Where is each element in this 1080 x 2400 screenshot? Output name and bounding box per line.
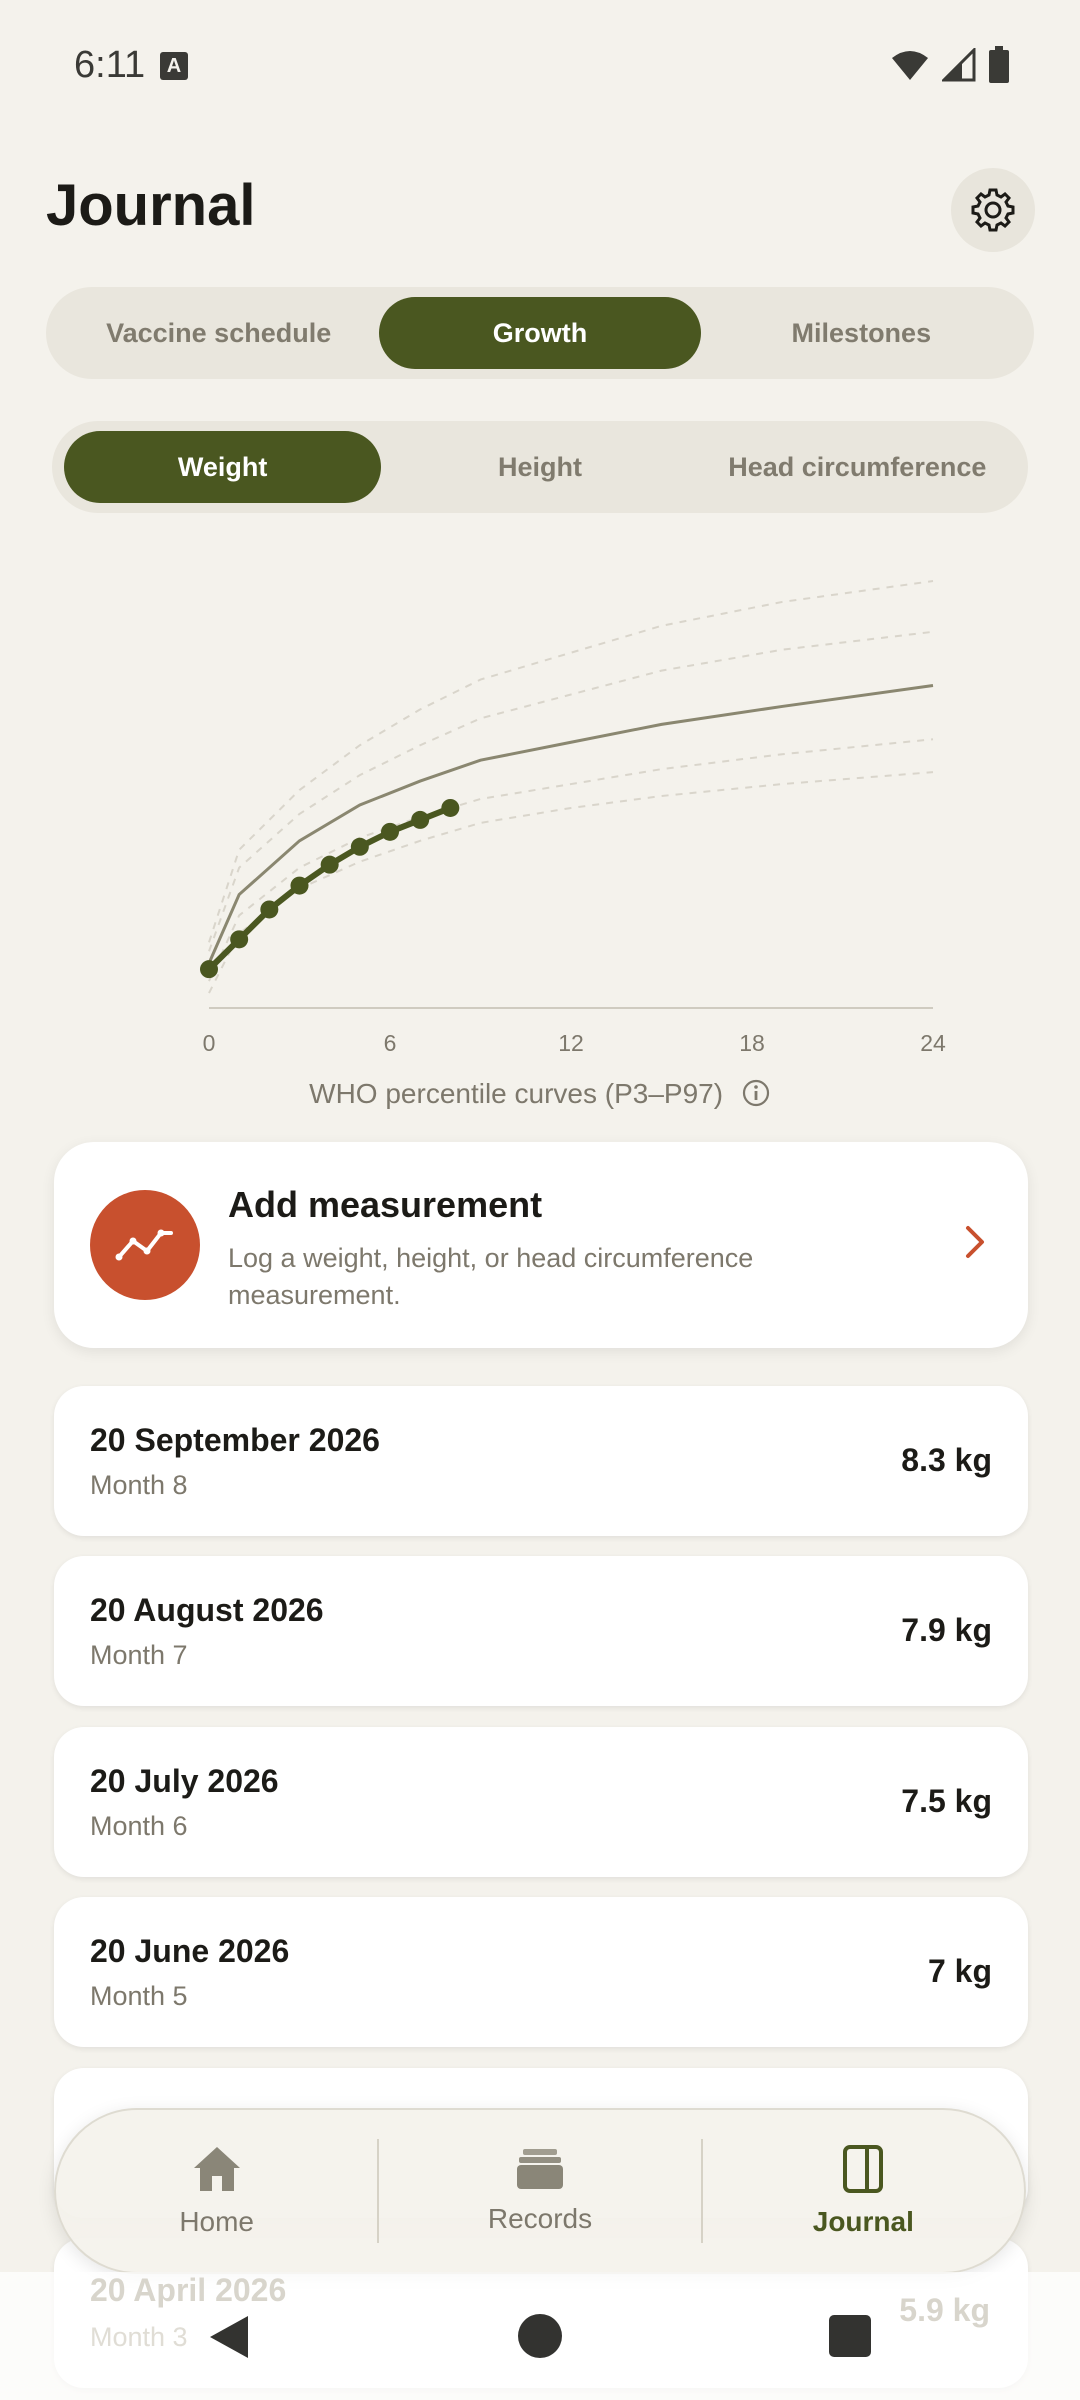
entry-month: Month 7 bbox=[90, 1640, 188, 1670]
chevron-right-icon bbox=[966, 1226, 984, 1258]
wifi-icon bbox=[892, 51, 928, 80]
entry-value: 7 kg bbox=[927, 1953, 992, 1989]
x-tick-label: 18 bbox=[739, 1030, 765, 1056]
bottom-nav: Home Records Journal bbox=[54, 2108, 1026, 2274]
measurement-tabs: Weight Height Head circumference bbox=[52, 421, 1028, 513]
status-icons bbox=[890, 46, 1010, 84]
records-icon bbox=[516, 2149, 563, 2189]
data-point bbox=[381, 822, 399, 841]
trend-line-icon bbox=[115, 1229, 173, 1261]
x-tick-label: 12 bbox=[558, 1030, 584, 1056]
entry-date: 20 August 2026 bbox=[90, 1592, 324, 1628]
growth-chart-svg: 0 6 12 18 24 bbox=[200, 580, 946, 1056]
percentile-curve bbox=[208, 771, 934, 994]
tab-head-circumference[interactable]: Head circumference bbox=[699, 431, 1016, 503]
entry-month: Month 6 bbox=[90, 1811, 188, 1841]
tab-weight[interactable]: Weight bbox=[64, 431, 382, 503]
entry-date: 20 July 2026 bbox=[90, 1763, 279, 1799]
entry-value: 7.5 kg bbox=[901, 1783, 992, 1819]
entry-value: 5.9 kg bbox=[899, 2292, 990, 2328]
back-icon[interactable] bbox=[204, 2312, 254, 2362]
data-point bbox=[411, 810, 430, 829]
measurement-entry[interactable]: 20 September 2026 Month 8 8.3 kg bbox=[54, 1386, 1028, 1536]
page-title: Journal bbox=[46, 173, 256, 238]
data-point bbox=[320, 855, 339, 874]
signal-icon bbox=[942, 48, 976, 82]
x-tick-label: 24 bbox=[920, 1030, 946, 1056]
x-tick-label: 0 bbox=[203, 1030, 216, 1056]
nav-home[interactable]: Home bbox=[56, 2110, 377, 2272]
entry-date: 20 June 2026 bbox=[90, 1933, 290, 1969]
status-time: 6:11 bbox=[74, 44, 146, 86]
percentile-curve bbox=[208, 738, 934, 982]
entry-date: 20 September 2026 bbox=[90, 1422, 380, 1458]
entry-month: Month 5 bbox=[90, 1981, 188, 2011]
nav-journal[interactable]: Journal bbox=[703, 2110, 1024, 2272]
info-icon[interactable] bbox=[741, 1078, 771, 1108]
recents-icon[interactable] bbox=[828, 2314, 872, 2358]
data-point bbox=[441, 798, 460, 817]
entry-month: Month 3 bbox=[90, 2322, 188, 2352]
entry-month: Month 8 bbox=[90, 1470, 188, 1500]
notification-icon: A bbox=[160, 52, 188, 80]
measurement-entry[interactable]: 20 July 2026 Month 6 7.5 kg bbox=[54, 1727, 1028, 1877]
chart-caption: WHO percentile curves (P3–P97) bbox=[0, 1078, 1080, 1110]
tab-height[interactable]: Height bbox=[381, 431, 698, 503]
entry-value: 8.3 kg bbox=[901, 1442, 992, 1478]
nav-journal-label: Journal bbox=[812, 2206, 914, 2237]
data-point bbox=[350, 837, 369, 856]
growth-chart: 0 6 12 18 24 bbox=[0, 560, 1080, 1120]
nav-records[interactable]: Records bbox=[379, 2110, 700, 2272]
chart-caption-text: WHO percentile curves (P3–P97) bbox=[309, 1078, 724, 1109]
percentile-curve bbox=[208, 630, 934, 952]
data-point bbox=[260, 900, 279, 919]
journal-icon bbox=[843, 2145, 884, 2193]
add-measurement-card[interactable]: Add measurement Log a weight, height, or… bbox=[54, 1142, 1028, 1348]
entry-value: 7.9 kg bbox=[901, 1612, 992, 1648]
percentile-curve-median bbox=[207, 684, 934, 964]
tab-milestones[interactable]: Milestones bbox=[701, 297, 1022, 369]
battery-icon bbox=[989, 46, 1009, 83]
settings-button[interactable] bbox=[951, 168, 1035, 252]
nav-records-label: Records bbox=[487, 2203, 593, 2234]
x-tick-label: 6 bbox=[384, 1030, 397, 1056]
status-bar: 6:11 A bbox=[0, 0, 1080, 130]
data-point bbox=[290, 876, 309, 895]
gear-icon bbox=[971, 188, 1015, 232]
add-measurement-icon-badge bbox=[90, 1190, 200, 1300]
data-point bbox=[200, 960, 218, 979]
percentile-curve bbox=[208, 580, 934, 943]
data-point bbox=[230, 930, 249, 949]
measurement-entry[interactable]: 20 June 2026 Month 5 7 kg bbox=[54, 1897, 1028, 2047]
tab-vaccine-schedule[interactable]: Vaccine schedule bbox=[58, 297, 379, 369]
entry-date: 20 April 2026 bbox=[90, 2272, 287, 2308]
add-measurement-title: Add measurement bbox=[228, 1184, 543, 1225]
main-tabs: Vaccine schedule Growth Milestones bbox=[46, 287, 1034, 379]
measurement-entry[interactable]: 20 August 2026 Month 7 7.9 kg bbox=[54, 1556, 1028, 1706]
home-circle-icon[interactable] bbox=[516, 2312, 564, 2360]
tab-growth[interactable]: Growth bbox=[379, 297, 701, 369]
home-icon bbox=[193, 2147, 240, 2191]
nav-home-label: Home bbox=[179, 2206, 255, 2237]
add-measurement-subtitle: Log a weight, height, or head circumfere… bbox=[228, 1243, 754, 1310]
